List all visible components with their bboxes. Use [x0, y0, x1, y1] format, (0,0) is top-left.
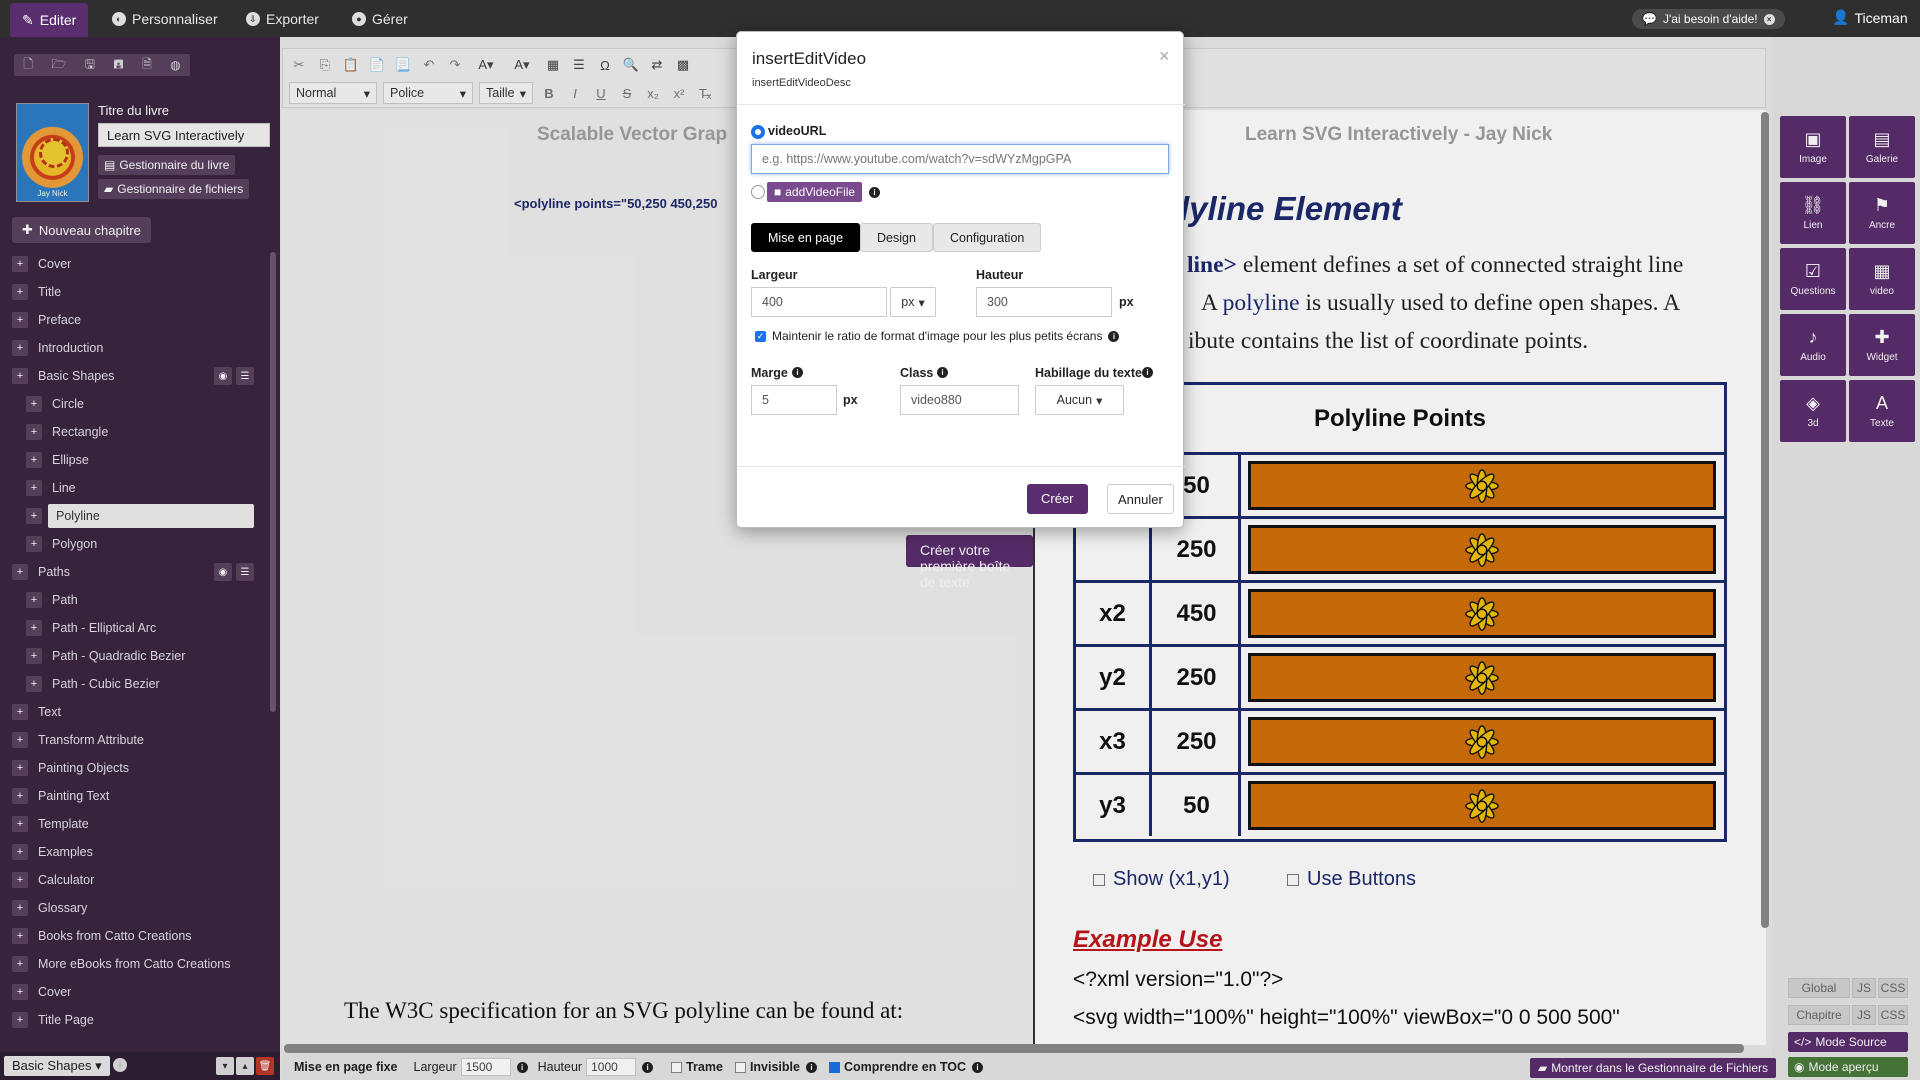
margin-label-text: Marge: [751, 366, 788, 380]
insert-video-dialog: insertEditVideo insertEditVideoDesc × vi…: [736, 31, 1185, 528]
width-label: Largeur: [751, 268, 798, 282]
info-icon: i: [1142, 367, 1153, 378]
keep-ratio-label: Maintenir le ratio de format d'image pou…: [772, 329, 1103, 343]
tab-exporter[interactable]: ⇩ Exporter: [234, 6, 331, 32]
tab-personnaliser[interactable]: ◐ Personnaliser: [100, 6, 230, 32]
video-url-label: videoURL: [768, 124, 827, 138]
pencil-icon: ✎: [22, 11, 34, 28]
tab-editer[interactable]: ✎ Editer: [10, 3, 89, 37]
tab-label: Gérer: [372, 11, 408, 27]
info-icon: i: [792, 367, 803, 378]
wrap-value: Aucun: [1056, 393, 1093, 407]
help-label: J'ai besoin d'aide!: [1662, 12, 1758, 26]
width-unit-value: px: [901, 295, 915, 309]
user-circle-icon: ●: [352, 12, 366, 26]
margin-unit: px: [843, 393, 858, 407]
dialog-description: insertEditVideoDesc: [752, 77, 851, 89]
create-button[interactable]: Créer: [1027, 484, 1088, 514]
dialog-footer-divider: [737, 466, 1185, 467]
tab-mise-en-page[interactable]: Mise en page: [751, 223, 861, 252]
user-icon: 👤: [1832, 9, 1850, 25]
cancel-button[interactable]: Annuler: [1107, 484, 1174, 514]
add-video-file-label: addVideoFile: [785, 185, 856, 199]
chat-icon: 💬: [1642, 12, 1657, 26]
wrap-select[interactable]: Aucun ▾: [1035, 385, 1124, 415]
class-label: Class: [900, 366, 934, 380]
close-icon[interactable]: ×: [1763, 13, 1775, 25]
margin-input[interactable]: 5: [751, 385, 837, 415]
info-icon: i: [1108, 330, 1120, 342]
class-input[interactable]: video880: [900, 385, 1019, 415]
help-button[interactable]: 💬 J'ai besoin d'aide! ×: [1632, 9, 1785, 29]
video-camera-icon: ■: [774, 185, 782, 199]
tab-gerer[interactable]: ● Gérer: [340, 6, 420, 32]
user-menu[interactable]: 👤 Ticeman: [1832, 9, 1908, 26]
close-icon[interactable]: ×: [1159, 46, 1170, 67]
video-width-input[interactable]: 400: [751, 287, 887, 317]
width-unit-select[interactable]: px ▾: [890, 287, 936, 317]
add-video-file-button[interactable]: ■ addVideoFile: [767, 182, 863, 202]
video-url-input[interactable]: [751, 144, 1169, 174]
tab-configuration[interactable]: Configuration: [933, 223, 1042, 252]
height-label: Hauteur: [976, 268, 1024, 282]
keep-ratio-checkbox[interactable]: ✓: [755, 330, 766, 342]
tab-label: Editer: [39, 12, 77, 28]
user-name: Ticeman: [1854, 9, 1908, 26]
caret-down-icon: ▾: [918, 295, 925, 310]
video-file-radio[interactable]: [751, 185, 765, 199]
export-icon: ⇩: [246, 12, 260, 26]
dialog-title: insertEditVideo: [752, 49, 867, 68]
info-icon: i: [869, 187, 880, 198]
caret-down-icon: ▾: [1096, 393, 1103, 408]
info-icon: i: [937, 367, 948, 378]
margin-label: Marge: [751, 366, 788, 380]
tab-label: Exporter: [266, 11, 319, 27]
video-height-input[interactable]: 300: [976, 287, 1112, 317]
tab-label: Personnaliser: [132, 11, 218, 27]
palette-icon: ◐: [112, 12, 126, 26]
keep-ratio-option[interactable]: ✓ Maintenir le ratio de format d'image p…: [755, 329, 1120, 343]
height-unit: px: [1119, 295, 1134, 309]
dialog-divider: [737, 104, 1185, 105]
wrap-label: Habillage du texte: [1035, 366, 1142, 380]
video-url-radio[interactable]: [751, 125, 765, 139]
tab-design[interactable]: Design: [860, 223, 933, 252]
